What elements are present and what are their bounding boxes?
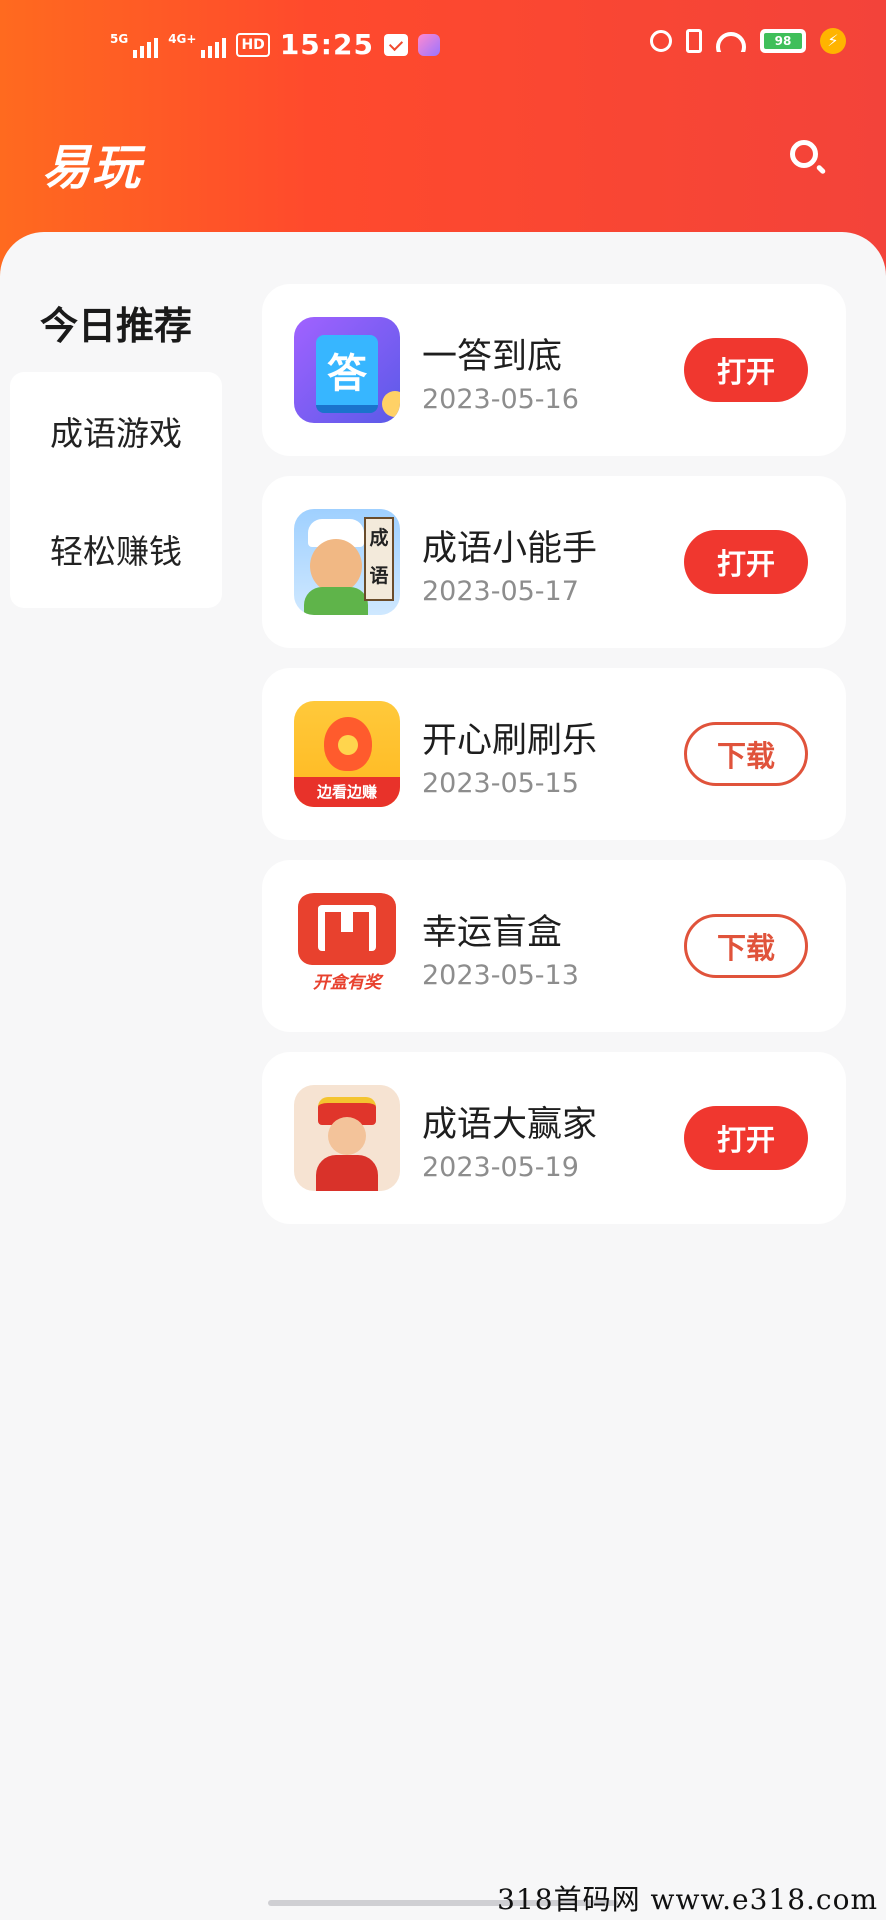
sidebar-group: 成语游戏 轻松赚钱 [10,372,222,608]
sidebar-item-easy-money[interactable]: 轻松赚钱 [10,490,222,608]
app-card[interactable]: 成语 成语小能手 2023-05-17 打开 [262,476,846,648]
god-of-wealth-app-icon[interactable] [294,1085,400,1191]
hd-badge: HD [236,32,270,57]
icon-label: 开盒有奖 [313,973,381,993]
status-left: 5G 4G+ HD 15:25 [110,28,440,61]
app-card[interactable]: 开盒有奖 幸运盲盒 2023-05-13 下载 [262,860,846,1032]
search-icon[interactable] [786,136,830,180]
battery-level: 98 [764,33,802,49]
download-button[interactable]: 下载 [684,722,808,786]
status-right: 98 ⚡ [650,28,846,54]
app-name: 成语大赢家 [422,1105,598,1145]
app-name: 幸运盲盒 [422,913,563,953]
vibrate-icon [686,29,702,53]
app-date: 2023-05-17 [422,576,579,607]
status-bar: 5G 4G+ HD 15:25 98 ⚡ [0,28,886,72]
app-date: 2023-05-19 [422,1152,579,1183]
app-name: 一答到底 [422,337,563,377]
idiom-master-app-icon[interactable]: 成语 [294,509,400,615]
watermark: 318首码网 www.e318.com [497,1883,878,1916]
app-name: 成语小能手 [422,529,598,569]
money-bag-app-icon[interactable]: 边看边赚 [294,701,400,807]
app-card[interactable]: 成语大赢家 2023-05-19 打开 [262,1052,846,1224]
main-content: 今日推荐 成语游戏 轻松赚钱 答 一答到底 2023-05-16 打开 成语 成… [0,232,886,1920]
open-button[interactable]: 打开 [684,1106,808,1170]
message-icon [383,33,408,56]
wifi-icon [716,30,746,52]
app-icon [417,33,440,56]
alarm-icon [650,30,672,52]
status-time: 15:25 [279,28,374,61]
icon-label: 答 [327,351,367,397]
app-list: 答 一答到底 2023-05-16 打开 成语 成语小能手 2023-05-17… [262,284,848,1244]
category-sidebar: 今日推荐 成语游戏 轻松赚钱 [10,272,222,608]
sidebar-item-idiom-games[interactable]: 成语游戏 [10,372,222,490]
signal-5g-icon: 5G [110,31,159,58]
charging-icon: ⚡ [820,28,846,54]
icon-label: 成语 [364,517,394,601]
battery-icon: 98 [760,29,806,53]
sidebar-heading-today[interactable]: 今日推荐 [10,272,222,372]
signal-4g-icon: 4G+ [168,31,227,58]
app-date: 2023-05-13 [422,960,579,991]
app-date: 2023-05-15 [422,768,579,799]
app-card[interactable]: 答 一答到底 2023-05-16 打开 [262,284,846,456]
app-title: 易玩 [42,140,143,196]
app-card[interactable]: 边看边赚 开心刷刷乐 2023-05-15 下载 [262,668,846,840]
blind-box-app-icon[interactable]: 开盒有奖 [294,893,400,999]
app-date: 2023-05-16 [422,384,579,415]
open-button[interactable]: 打开 [684,530,808,594]
signal-4g-label: 4G+ [168,31,197,46]
app-name: 开心刷刷乐 [422,721,598,761]
quiz-app-icon[interactable]: 答 [294,317,400,423]
icon-label: 边看边赚 [294,777,400,807]
download-button[interactable]: 下载 [684,914,808,978]
open-button[interactable]: 打开 [684,338,808,402]
signal-5g-label: 5G [110,31,129,46]
